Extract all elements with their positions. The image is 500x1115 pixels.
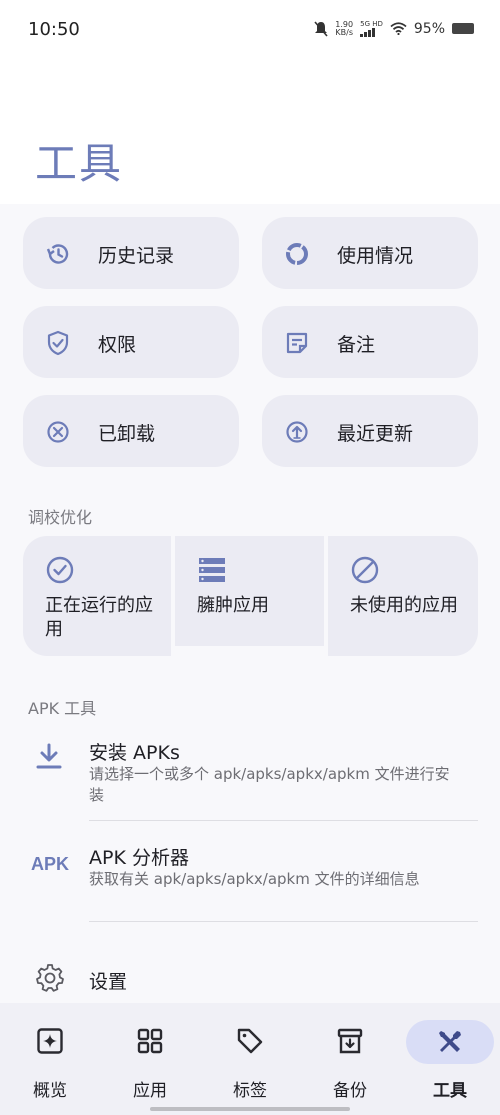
divider	[89, 820, 478, 821]
circle-up-arrow-icon	[286, 421, 308, 443]
status-icons: 1.90 KB/s 5G HD 95%	[314, 20, 474, 37]
nav-tools[interactable]: 工具	[400, 1003, 500, 1115]
apk-analyzer-subtitle: 获取有关 apk/apks/apkx/apkm 文件的详细信息	[89, 870, 420, 888]
battery-percent: 95%	[413, 20, 445, 37]
block-icon	[351, 556, 379, 584]
status-bar: 10:50 1.90 KB/s 5G HD 95%	[0, 0, 500, 60]
nav-label: 应用	[133, 1081, 167, 1101]
install-apks-subtitle: 请选择一个或多个 apk/apks/apkx/apkm 文件进行安装	[89, 765, 450, 804]
donut-chart-icon	[286, 243, 308, 265]
status-time: 10:50	[28, 19, 80, 40]
archive-icon	[337, 1028, 363, 1054]
opt-label: 未使用的应用	[350, 595, 458, 616]
tool-label: 最近更新	[337, 423, 414, 445]
tool-permissions[interactable]: 权限	[23, 306, 239, 378]
wifi-icon	[390, 22, 407, 35]
nav-backup[interactable]: 备份	[300, 1003, 400, 1115]
tool-label: 历史记录	[98, 245, 175, 267]
header: 工具	[0, 60, 500, 204]
bottom-nav: 概览 应用 标签 备份 工具	[0, 1003, 500, 1115]
tool-label: 备注	[337, 334, 376, 356]
download-icon	[36, 743, 62, 769]
stacked-list-icon	[199, 558, 225, 582]
battery-icon	[452, 23, 474, 34]
nav-label: 概览	[33, 1081, 67, 1101]
opt-unused-apps[interactable]: 未使用的应用	[328, 536, 478, 656]
nav-tags[interactable]: 标签	[200, 1003, 300, 1115]
nav-label: 工具	[433, 1081, 467, 1101]
tool-label: 已卸载	[98, 423, 156, 445]
opt-running-apps[interactable]: 正在运行的应用	[23, 536, 171, 656]
apk-analyzer-title: APK 分析器	[89, 847, 189, 869]
tool-recently-updated[interactable]: 最近更新	[262, 395, 478, 467]
nav-apps[interactable]: 应用	[100, 1003, 200, 1115]
opt-bloatware[interactable]: 臃肿应用	[175, 536, 324, 646]
opt-label: 臃肿应用	[197, 595, 269, 616]
tools-icon	[439, 1031, 461, 1052]
nav-label: 标签	[233, 1081, 267, 1101]
apk-tools-title: APK 工具	[28, 699, 97, 718]
optimization-title: 调校优化	[28, 508, 93, 527]
tool-usage[interactable]: 使用情况	[262, 217, 478, 289]
install-apks-item[interactable]: 安装 APKs 请选择一个或多个 apk/apks/apkx/apkm 文件进行…	[0, 730, 500, 818]
nav-overview[interactable]: 概览	[0, 1003, 100, 1115]
gear-icon	[36, 964, 64, 992]
nav-label: 备份	[333, 1081, 367, 1101]
page-title: 工具	[35, 139, 124, 188]
tool-uninstalled[interactable]: 已卸载	[23, 395, 239, 467]
circle-x-icon	[47, 421, 69, 443]
network-speed: 1.90 KB/s	[335, 19, 354, 37]
tool-label: 权限	[98, 334, 137, 356]
opt-label: 正在运行的应用	[45, 595, 153, 640]
divider	[89, 921, 478, 922]
home-indicator	[150, 1107, 350, 1111]
settings-label: 设置	[89, 971, 128, 993]
apk-analyzer-icon: APK	[31, 854, 70, 874]
grid-icon	[137, 1028, 163, 1054]
signal-bars-icon	[360, 28, 376, 37]
settings-item[interactable]: 设置	[0, 950, 500, 1002]
note-icon	[286, 332, 308, 354]
signal: 5G HD	[360, 20, 383, 37]
mute-bell-icon	[314, 20, 328, 37]
install-apks-title: 安装 APKs	[89, 742, 180, 764]
check-circle-icon	[46, 556, 74, 584]
sparkle-icon	[37, 1028, 63, 1054]
tool-label: 使用情况	[337, 245, 414, 267]
tool-notes[interactable]: 备注	[262, 306, 478, 378]
shield-check-icon	[47, 330, 69, 356]
history-icon	[46, 244, 69, 264]
tool-history[interactable]: 历史记录	[23, 217, 239, 289]
apk-analyzer-item[interactable]: APK APK 分析器 获取有关 apk/apks/apkx/apkm 文件的详…	[0, 837, 500, 917]
tag-icon	[237, 1028, 263, 1054]
